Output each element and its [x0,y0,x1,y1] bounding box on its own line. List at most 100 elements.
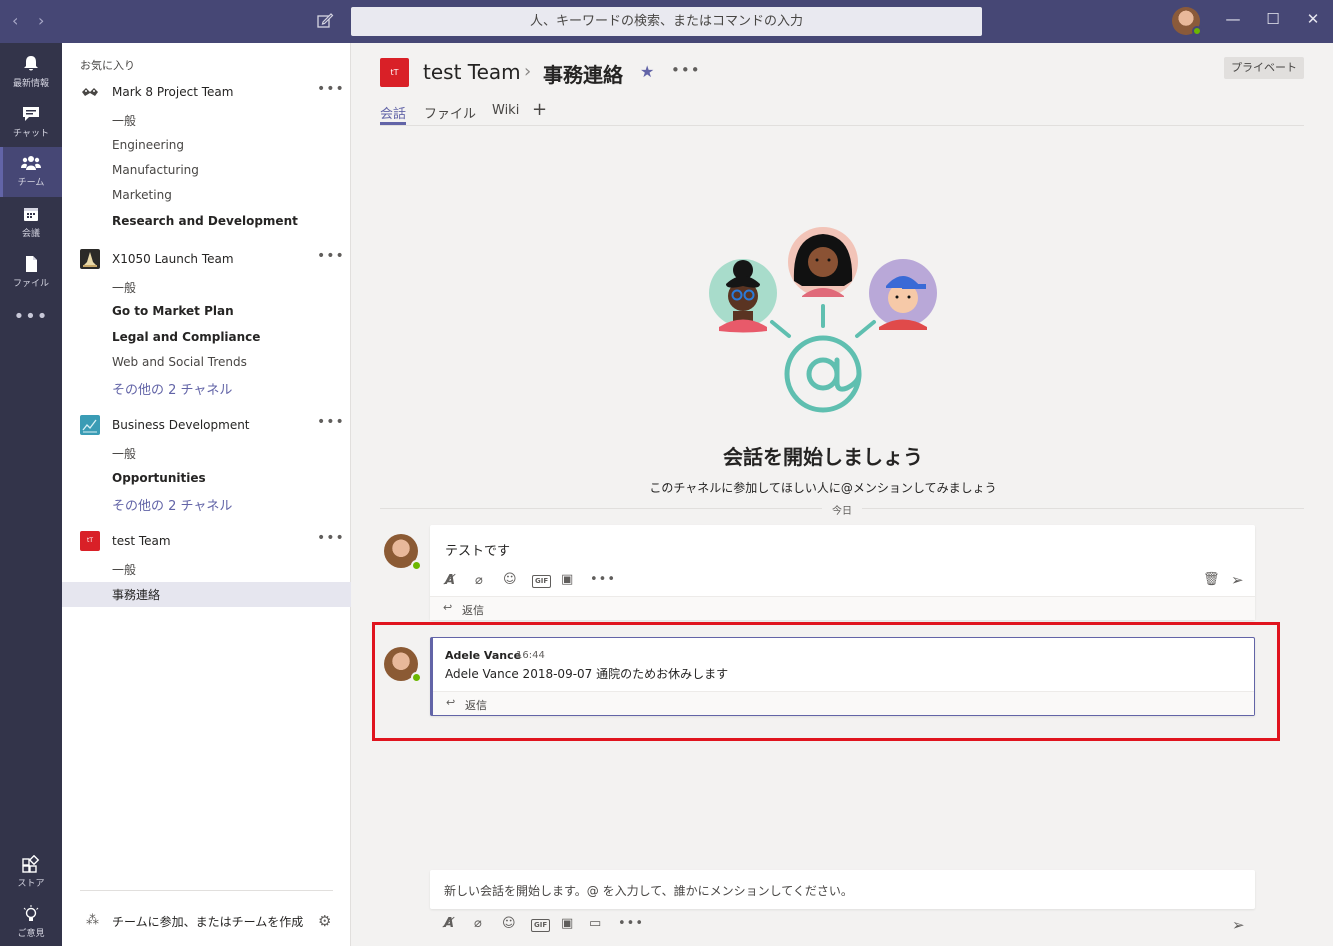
channel-item[interactable]: 一般 [112,561,136,578]
team-name: Mark 8 Project Team [112,85,234,99]
favorites-label: お気に入り [80,59,135,72]
rail-label: ストア [17,879,45,889]
tab-files[interactable]: ファイル [424,103,476,122]
rail-meetings[interactable]: 会議 [0,198,62,248]
rail-label: ご意見 [17,929,45,939]
message-text: テストです [445,544,511,559]
tabs-divider [380,125,1304,126]
presence-available-icon [411,560,422,571]
send-icon[interactable]: ➢ [1232,916,1245,934]
breadcrumb-chevron-icon: › [524,61,532,82]
rail-chat[interactable]: チャット [0,98,62,148]
format-icon[interactable]: A̸ [445,573,455,588]
highlight-box [372,622,1280,741]
team-business-development[interactable]: Business Development ••• [62,412,351,438]
sticker-icon[interactable]: ▣ [561,916,573,931]
channel-item[interactable]: Research and Development [112,214,298,228]
search-input[interactable]: 人、キーワードの検索、またはコマンドの入力 [351,7,982,36]
page-title: 事務連絡 [543,63,623,87]
team-mark8[interactable]: Mark 8 Project Team ••• [62,79,351,105]
more-options-icon[interactable]: ••• [590,572,616,587]
channel-item[interactable]: Marketing [112,188,172,202]
rail-label: チャット [13,129,49,139]
emoji-icon[interactable]: ☺ [503,572,517,587]
footer-divider [80,890,333,891]
rail-label: 会議 [21,229,40,239]
channel-more-icon[interactable]: ••• [671,61,701,79]
new-chat-icon[interactable] [316,12,334,30]
maximize-button[interactable]: ☐ [1263,10,1283,28]
attach-icon[interactable]: ⌀ [475,573,483,588]
rail-teams[interactable]: チーム [0,147,62,197]
meet-now-icon[interactable]: ▭ [589,916,601,931]
back-icon[interactable]: ‹ [12,11,18,30]
channel-item[interactable]: 一般 [112,279,136,296]
header-team-name[interactable]: test Team [423,60,521,84]
presence-available-icon [1192,26,1202,36]
forward-icon[interactable]: › [38,11,44,30]
channel-item[interactable]: Go to Market Plan [112,304,234,318]
tab-wiki[interactable]: Wiki [492,103,519,118]
channel-main: tT test Team › 事務連絡 ★ ••• プライベート 会話 ファイル… [351,43,1333,946]
channel-item[interactable]: 一般 [112,112,136,129]
title-bar: ‹ › 人、キーワードの検索、またはコマンドの入力 — ☐ ✕ [0,0,1333,43]
channel-item[interactable]: Opportunities [112,471,206,485]
test-team-icon: tT [80,531,100,551]
gif-icon[interactable]: GIF [532,575,552,588]
channel-item[interactable]: 一般 [112,445,136,462]
rail-store[interactable]: ストア [0,848,62,898]
more-options-icon[interactable]: ••• [618,916,644,931]
close-button[interactable]: ✕ [1303,10,1323,28]
team-name: test Team [112,534,171,548]
compose-box[interactable]: 新しい会話を開始します。@ を入力して、誰かにメンションしてください。 [430,870,1255,909]
chat-icon [23,107,39,121]
private-badge: プライベート [1224,57,1304,79]
team-test-team[interactable]: tT test Team ••• [62,528,351,554]
mention-illustration [709,227,937,413]
channel-item[interactable]: Legal and Compliance [112,330,260,344]
favorite-star-icon[interactable]: ★ [640,62,654,81]
team-name: X1050 Launch Team [112,252,234,266]
file-icon [26,256,37,272]
rail-more-icon[interactable]: ••• [0,306,62,327]
more-channels-link[interactable]: その他の 2 チャネル [112,379,232,398]
store-icon [22,855,40,873]
reply-bar[interactable]: ↩ 返信 [430,596,1255,620]
team-more-icon[interactable]: ••• [317,248,345,264]
tab-conversations[interactable]: 会話 [380,103,406,122]
minimize-button[interactable]: — [1223,10,1243,28]
delete-icon[interactable]: 🗑 [1203,572,1220,587]
rail-files[interactable]: ファイル [0,248,62,298]
more-channels-link[interactable]: その他の 2 チャネル [112,495,232,514]
sticker-icon[interactable]: ▣ [561,572,573,587]
rail-label: 最新情報 [12,79,49,89]
send-icon[interactable]: ➢ [1231,571,1244,589]
channel-item[interactable]: Engineering [112,138,184,152]
format-icon[interactable]: A̸ [444,916,454,931]
join-or-create-team-button[interactable]: チームに参加、またはチームを作成 [112,913,303,930]
app-rail: 最新情報 チャット チーム 会議 ファイル ••• ストア ご意見 [0,43,62,946]
add-team-icon[interactable]: ⁂ [86,913,99,928]
empty-state-subtitle: このチャネルに参加してほしい人に@メンションしてみましょう [649,481,997,495]
team-x1050[interactable]: X1050 Launch Team ••• [62,246,351,272]
channel-item-selected[interactable]: 事務連絡 [112,586,160,603]
empty-state-title: 会話を開始しましょう [723,445,923,469]
team-more-icon[interactable]: ••• [317,81,345,97]
calendar-icon [24,208,38,221]
rail-activity[interactable]: 最新情報 [0,48,62,98]
gif-icon[interactable]: GIF [531,919,551,932]
rail-feedback[interactable]: ご意見 [0,898,62,946]
gear-icon[interactable]: ⚙ [318,912,331,930]
channel-item[interactable]: Manufacturing [112,163,199,177]
reply-label: 返信 [462,604,484,617]
team-more-icon[interactable]: ••• [317,414,345,430]
attach-icon[interactable]: ⌀ [474,916,482,931]
emoji-icon[interactable]: ☺ [502,916,516,931]
compose-placeholder: 新しい会話を開始します。@ を入力して、誰かにメンションしてください。 [444,884,853,898]
mark8-team-icon [82,88,98,96]
message-card[interactable]: テストです A̸ ⌀ ☺ GIF ▣ ••• 🗑 ➢ ↩ 返信 [430,525,1255,620]
add-tab-icon[interactable]: + [532,99,547,120]
channel-item[interactable]: Web and Social Trends [112,355,247,369]
team-more-icon[interactable]: ••• [317,530,345,546]
teams-panel: お気に入り Mark 8 Project Team ••• 一般 Enginee… [62,43,351,946]
